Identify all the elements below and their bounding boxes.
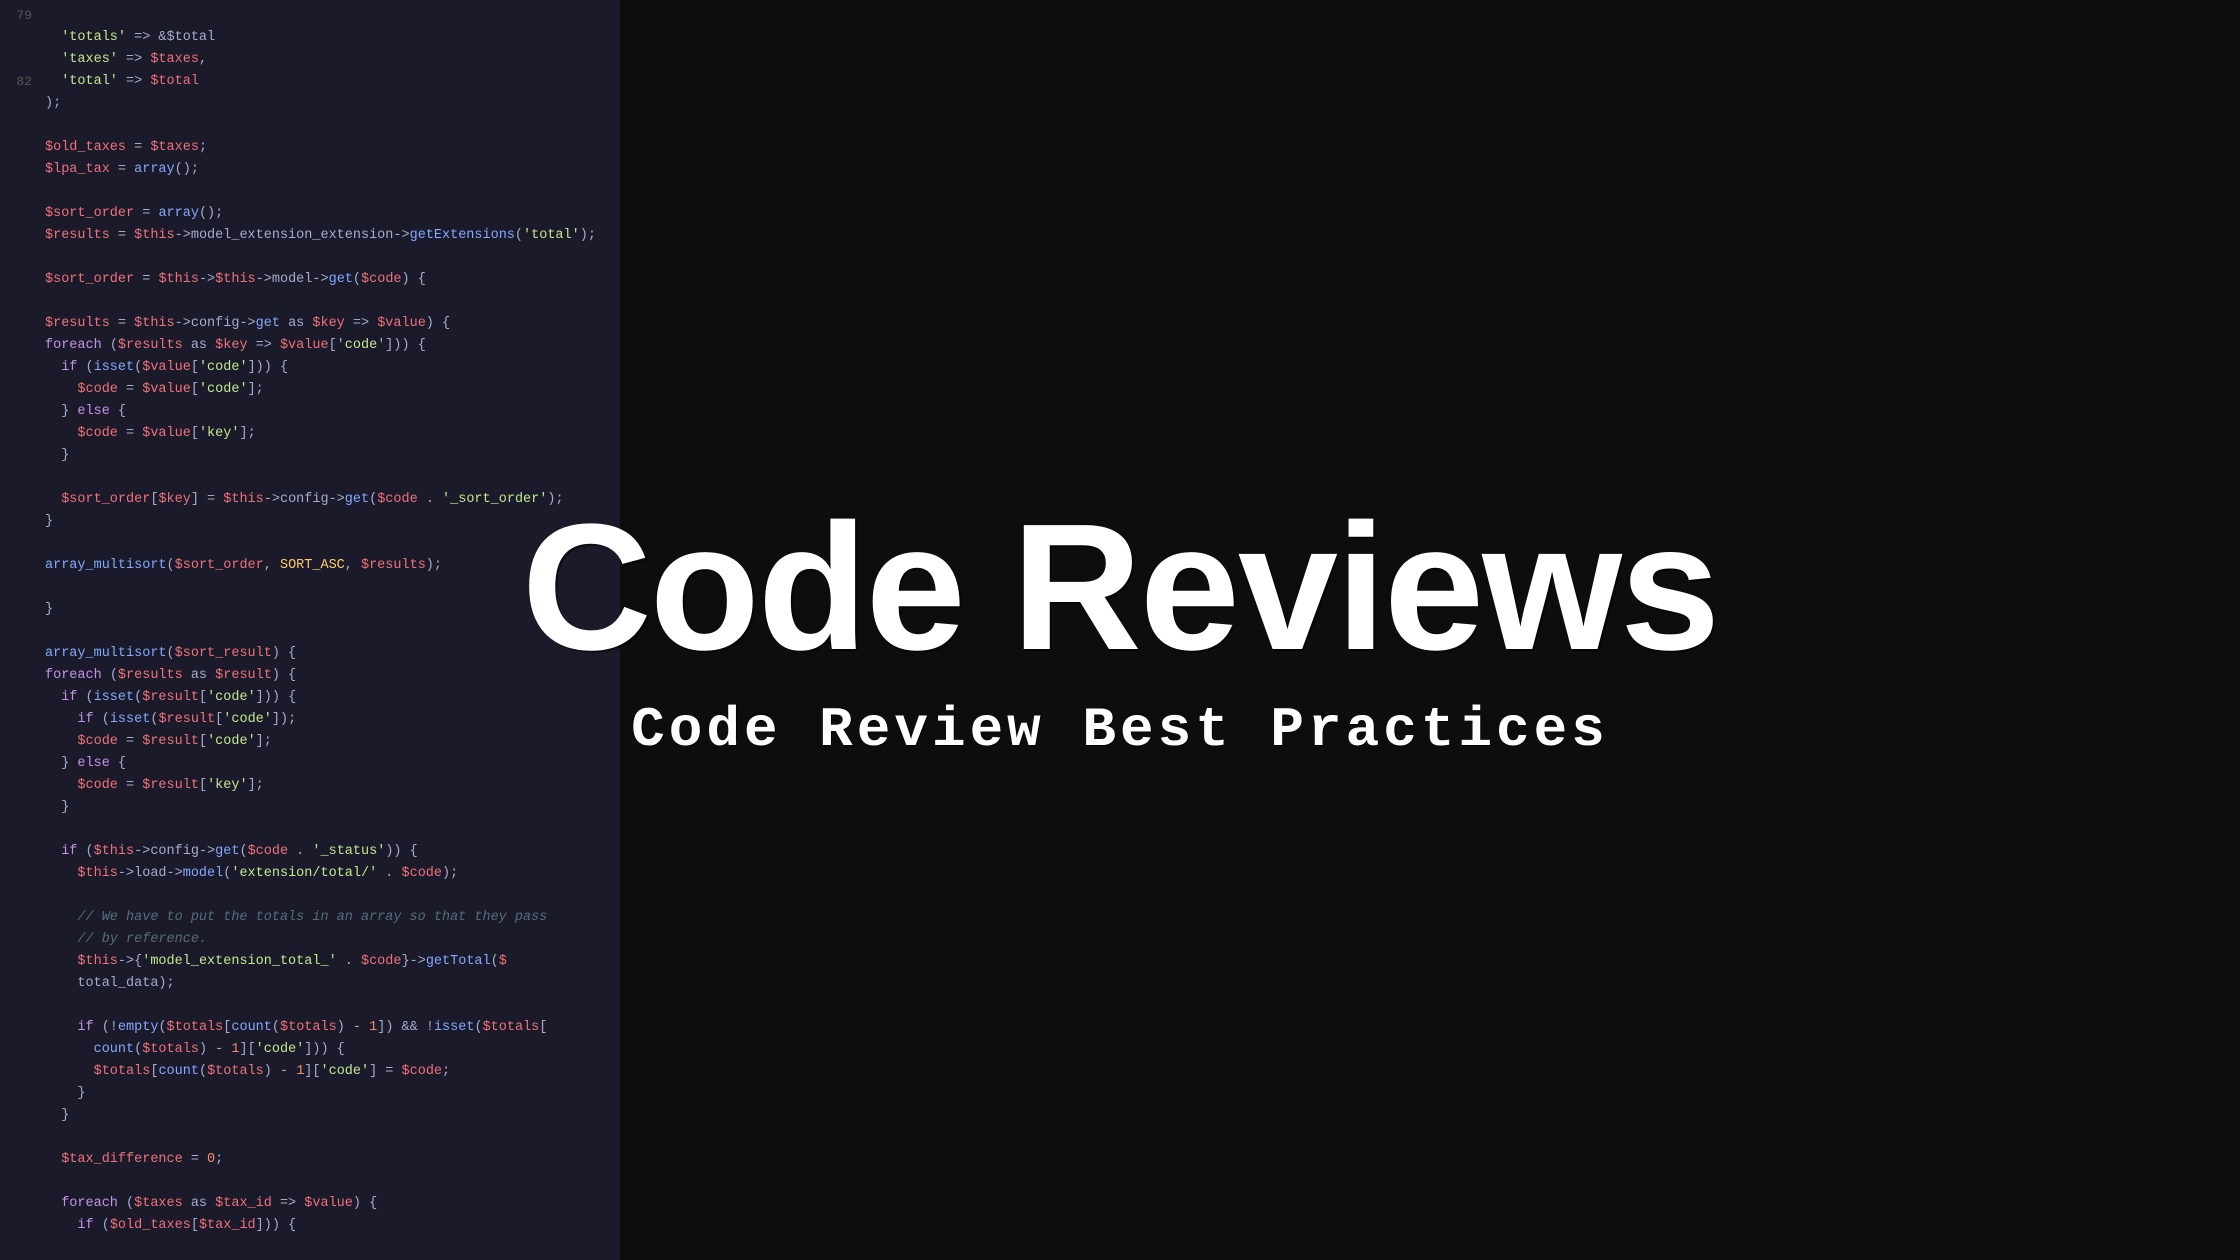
- left-code-panel: 79 82: [0, 0, 620, 1260]
- subtitle: Code Review Best Practices: [631, 698, 1609, 762]
- left-code-content: 'totals' => &$total 'taxes' => $taxes, '…: [45, 0, 620, 1260]
- left-line-numbers: 79 82: [0, 0, 40, 1260]
- main-container: 79 82: [0, 0, 2240, 1260]
- main-title: Code Reviews: [522, 498, 1718, 678]
